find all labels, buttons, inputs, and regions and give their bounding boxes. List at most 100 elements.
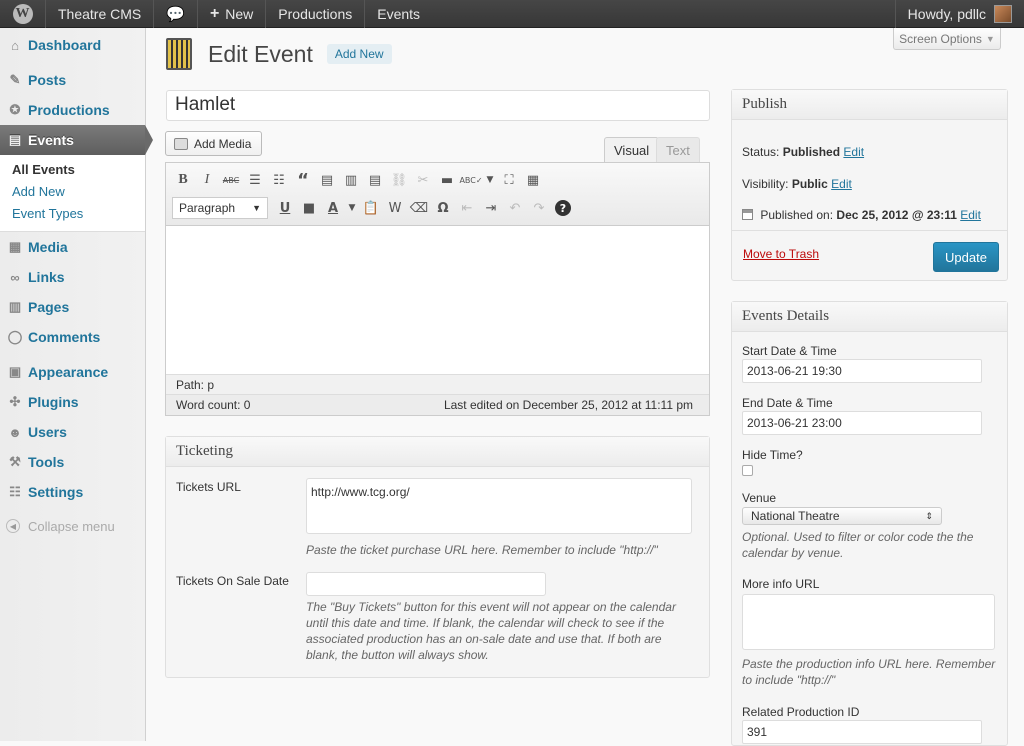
kitchen-sink-icon[interactable]: ▦ bbox=[522, 169, 544, 191]
menu-events[interactable]: ▤ Events bbox=[0, 125, 153, 155]
select-arrows-icon: ⇕ bbox=[925, 510, 933, 521]
align-center-icon[interactable]: ▥ bbox=[340, 169, 362, 191]
blockquote-icon[interactable]: “ bbox=[292, 169, 314, 191]
tab-visual[interactable]: Visual bbox=[604, 137, 660, 163]
add-media-button[interactable]: Add Media bbox=[165, 131, 263, 156]
events-details-heading: Events Details bbox=[732, 302, 1007, 332]
menu-productions[interactable]: ✪ Productions bbox=[0, 95, 145, 125]
ticketing-box: Ticketing Tickets URL http://www.tcg.org… bbox=[165, 436, 710, 678]
help-icon[interactable]: ? bbox=[552, 197, 574, 219]
paste-text-icon[interactable]: 📋 bbox=[360, 197, 382, 219]
menu-settings[interactable]: ☷ Settings bbox=[0, 477, 145, 507]
collapse-menu-button[interactable]: ◀ Collapse menu bbox=[0, 511, 145, 541]
bold-icon[interactable]: B bbox=[172, 169, 194, 191]
related-production-input[interactable]: 391 bbox=[742, 720, 982, 744]
more-info-url-input[interactable] bbox=[742, 594, 995, 650]
publish-divider bbox=[732, 230, 1007, 231]
indent-icon[interactable]: ⇥ bbox=[480, 197, 502, 219]
menu-dashboard[interactable]: ⌂ Dashboard bbox=[0, 30, 145, 60]
edit-status-link[interactable]: Edit bbox=[843, 145, 864, 159]
redo-icon[interactable]: ↷ bbox=[528, 197, 550, 219]
start-date-input[interactable]: 2013-06-21 19:30 bbox=[742, 359, 982, 383]
word-count: Word count: 0 bbox=[176, 398, 251, 412]
menu-label: Comments bbox=[28, 329, 101, 345]
move-to-trash-link[interactable]: Move to Trash bbox=[743, 247, 819, 261]
submenu-add-new[interactable]: Add New bbox=[0, 181, 145, 203]
menu-users[interactable]: ☻ Users bbox=[0, 417, 145, 447]
menu-pages[interactable]: ▥ Pages bbox=[0, 292, 145, 322]
menu-tools[interactable]: ⚒ Tools bbox=[0, 447, 145, 477]
undo-icon[interactable]: ↶ bbox=[504, 197, 526, 219]
start-date-label: Start Date & Time bbox=[742, 344, 837, 358]
menu-links[interactable]: ∞ Links bbox=[0, 262, 145, 292]
site-name-link[interactable]: Theatre CMS bbox=[46, 0, 155, 28]
menu-media[interactable]: ▦ Media bbox=[0, 232, 145, 262]
menu-label: Pages bbox=[28, 299, 70, 315]
underline-icon[interactable]: U bbox=[274, 197, 296, 219]
users-icon: ☻ bbox=[8, 424, 22, 440]
venue-value: National Theatre bbox=[751, 509, 840, 523]
calendar-icon bbox=[742, 209, 753, 220]
hide-time-checkbox[interactable] bbox=[742, 465, 753, 476]
page-title: Edit Event bbox=[208, 40, 313, 67]
productions-link[interactable]: Productions bbox=[266, 0, 366, 28]
insert-link-icon[interactable]: ⛓ bbox=[388, 169, 410, 191]
screen-options-label: Screen Options bbox=[899, 31, 982, 46]
strikethrough-icon[interactable]: ABC bbox=[220, 169, 242, 191]
menu-label: Events bbox=[28, 132, 74, 148]
plus-icon: + bbox=[209, 4, 220, 22]
bullet-list-icon[interactable]: ☰ bbox=[244, 169, 266, 191]
submenu-event-types[interactable]: Event Types bbox=[0, 203, 145, 225]
spellcheck-icon[interactable]: ABC✓ bbox=[459, 169, 482, 191]
submenu-all-events[interactable]: All Events bbox=[0, 159, 145, 181]
justify-icon[interactable]: ■ bbox=[298, 197, 320, 219]
special-character-icon[interactable]: Ω bbox=[432, 197, 454, 219]
paste-word-icon[interactable]: W bbox=[384, 197, 406, 219]
tab-text[interactable]: Text bbox=[656, 137, 700, 163]
spellcheck-dropdown-icon[interactable]: ▼ bbox=[484, 169, 496, 191]
add-new-button[interactable]: Add New bbox=[326, 44, 392, 64]
outdent-icon[interactable]: ⇤ bbox=[456, 197, 478, 219]
clear-formatting-icon[interactable]: ⌫ bbox=[408, 197, 430, 219]
events-link[interactable]: Events bbox=[365, 0, 432, 28]
italic-icon[interactable]: I bbox=[196, 169, 218, 191]
end-date-input[interactable]: 2013-06-21 23:00 bbox=[742, 411, 982, 435]
align-right-icon[interactable]: ▤ bbox=[364, 169, 386, 191]
align-left-icon[interactable]: ▤ bbox=[316, 169, 338, 191]
update-button[interactable]: Update bbox=[933, 242, 999, 272]
menu-appearance[interactable]: ▣ Appearance bbox=[0, 357, 145, 387]
venue-description: Optional. Used to filter or color code t… bbox=[742, 530, 974, 560]
add-media-label: Add Media bbox=[194, 136, 252, 151]
new-content-button[interactable]: + New bbox=[198, 0, 267, 28]
tickets-sale-date-input[interactable] bbox=[306, 572, 546, 596]
menu-comments[interactable]: ◯ Comments bbox=[0, 322, 145, 352]
wordpress-logo-button[interactable]: W bbox=[0, 0, 46, 28]
admin-bar: W Theatre CMS 💬 + New Productions Events… bbox=[0, 0, 1024, 28]
tickets-url-input[interactable]: http://www.tcg.org/ bbox=[306, 478, 692, 534]
screen-options-button[interactable]: Screen Options ▼ bbox=[893, 28, 1001, 50]
text-color-dropdown-icon[interactable]: ▼ bbox=[346, 197, 358, 219]
dashboard-icon: ⌂ bbox=[11, 37, 19, 53]
fullscreen-icon[interactable]: ⛶ bbox=[498, 169, 520, 191]
post-title-input[interactable]: Hamlet bbox=[166, 90, 710, 121]
admin-sidebar: ⌂ Dashboard ✎ Posts ✪ Productions ▤ Even… bbox=[0, 28, 153, 741]
menu-label: Tools bbox=[28, 454, 65, 470]
menu-label: Dashboard bbox=[28, 37, 102, 53]
more-tag-icon[interactable]: ▬ bbox=[436, 169, 458, 191]
text-color-icon[interactable]: A bbox=[322, 197, 344, 219]
edit-date-link[interactable]: Edit bbox=[960, 208, 981, 222]
menu-label: Productions bbox=[28, 102, 110, 118]
account-menu[interactable]: Howdy, pdllc bbox=[894, 0, 1024, 28]
editor-content-area[interactable] bbox=[166, 226, 709, 374]
venue-select[interactable]: National Theatre ⇕ bbox=[742, 507, 942, 525]
format-select[interactable]: Paragraph ▼ bbox=[172, 197, 268, 219]
comments-button[interactable]: 💬 bbox=[154, 0, 198, 28]
edit-visibility-link[interactable]: Edit bbox=[831, 177, 852, 191]
menu-label: Media bbox=[28, 239, 68, 255]
numbered-list-icon[interactable]: ☷ bbox=[268, 169, 290, 191]
unlink-icon[interactable]: ✂ bbox=[412, 169, 434, 191]
media-icon bbox=[174, 137, 188, 150]
menu-plugins[interactable]: ✣ Plugins bbox=[0, 387, 145, 417]
format-select-value: Paragraph bbox=[179, 201, 236, 215]
menu-posts[interactable]: ✎ Posts bbox=[0, 65, 145, 95]
